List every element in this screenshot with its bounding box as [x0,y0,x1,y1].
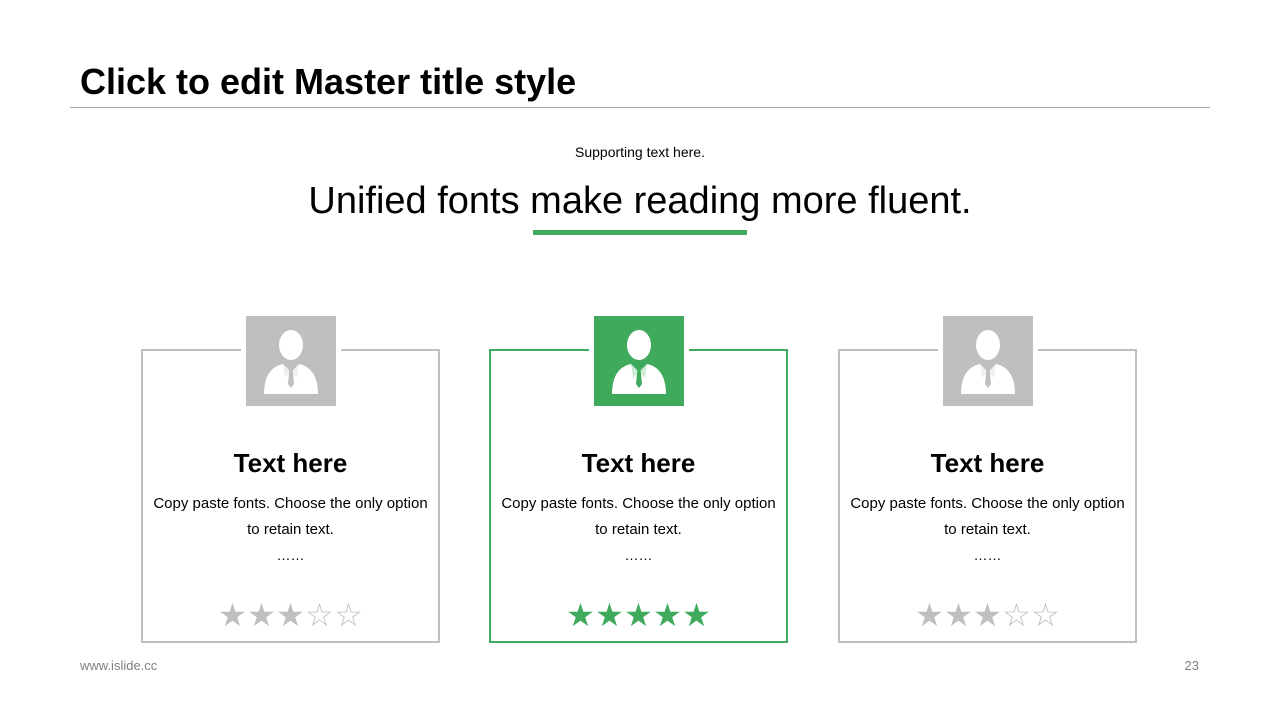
star-filled-icon: ★ [566,597,595,633]
supporting-text: Supporting text here. [575,144,705,160]
card-ellipsis: …… [276,547,305,563]
footer-url: www.islide.cc [80,658,158,673]
avatar-frame [588,316,689,408]
star-filled-icon: ★ [595,597,624,633]
businessman-icon [942,316,1033,406]
headline: Unified fonts make reading more fluent. [308,180,972,222]
avatar-frame [937,316,1038,408]
card-description: Copy paste fonts. Choose the only option… [850,495,1125,538]
star-empty-icon: ☆ [1002,597,1031,633]
star-filled-icon: ★ [218,597,247,633]
businessman-icon [593,316,684,406]
card-ellipsis: …… [973,547,1002,563]
star-filled-icon: ★ [915,597,944,633]
title-divider [70,107,1210,108]
card-ellipsis: …… [624,547,653,563]
card-description: Copy paste fonts. Choose the only option… [153,495,428,538]
star-rating: ★★★☆☆ [143,597,438,633]
star-empty-icon: ☆ [334,597,363,633]
card-description: Copy paste fonts. Choose the only option… [501,495,776,538]
headline-accent-bar [533,230,747,235]
card-title: Text here [581,448,696,478]
card-title: Text here [233,448,348,478]
star-empty-icon: ☆ [1031,597,1060,633]
star-filled-icon: ★ [682,597,711,633]
profile-card: Text here Copy paste fonts. Choose the o… [838,316,1137,643]
slide-title: Click to edit Master title style [80,61,577,102]
star-filled-icon: ★ [973,597,1002,633]
star-filled-icon: ★ [247,597,276,633]
star-rating: ★★★☆☆ [840,597,1135,633]
star-filled-icon: ★ [276,597,305,633]
star-filled-icon: ★ [653,597,682,633]
card-title: Text here [930,448,1045,478]
star-filled-icon: ★ [624,597,653,633]
star-filled-icon: ★ [944,597,973,633]
avatar-frame [240,316,341,408]
page-number: 23 [1184,658,1199,673]
profile-card-highlighted: Text here Copy paste fonts. Choose the o… [489,316,788,643]
profile-card: Text here Copy paste fonts. Choose the o… [141,316,440,643]
star-empty-icon: ☆ [305,597,334,633]
businessman-icon [245,316,336,406]
star-rating: ★★★★★ [491,597,786,633]
